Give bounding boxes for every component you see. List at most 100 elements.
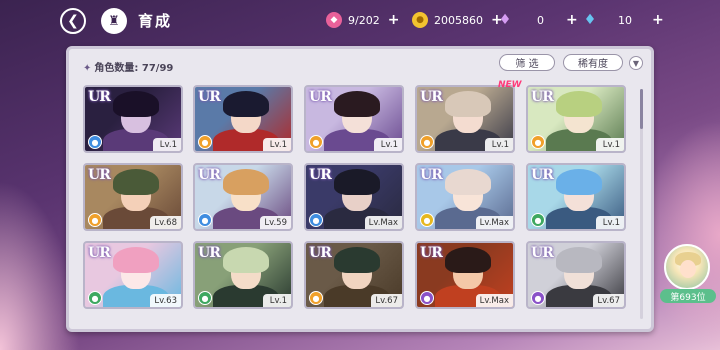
character-card[interactable]: UR ● Lv.1 xyxy=(526,85,626,153)
character-card[interactable]: UR ● Lv.Max xyxy=(415,163,515,231)
blue-gem-icon: ♦ xyxy=(583,12,597,28)
resource-gem-blue-value: 10 xyxy=(618,13,632,27)
back-arrow-icon: ❮ xyxy=(67,13,79,29)
character-card[interactable]: UR ● Lv.68 xyxy=(83,163,183,231)
rarity-label: UR xyxy=(88,167,111,183)
rarity-label: UR xyxy=(309,245,332,261)
resource-gem-purple: ♦ 0 + xyxy=(497,11,578,29)
level-label: Lv.1 xyxy=(596,216,624,229)
resource-gem-purple-value: 0 xyxy=(537,13,544,27)
avatar-face xyxy=(680,260,696,278)
portrait-hair xyxy=(223,91,269,117)
sort-rarity-button[interactable]: 稀有度 xyxy=(563,54,623,71)
rarity-label: UR xyxy=(420,89,443,105)
element-icon: ● xyxy=(531,213,545,227)
top-bar: ❮ ♜ 育成 ◆ 9/202 + ● 2005860 + ♦ 0 + ♦ 10 … xyxy=(0,0,720,40)
back-button[interactable]: ❮ xyxy=(60,8,86,34)
element-icon: ● xyxy=(420,135,434,149)
castle-icon: ♜ xyxy=(108,13,120,29)
character-card[interactable]: UR ● Lv.63 xyxy=(83,241,183,309)
character-card[interactable]: UR ● Lv.1 xyxy=(526,163,626,231)
level-label: Lv.63 xyxy=(150,294,181,307)
resource-candy-value: 9/202 xyxy=(348,13,380,27)
rank-avatar[interactable] xyxy=(664,244,710,290)
portrait-hair xyxy=(334,169,380,195)
rarity-label: UR xyxy=(531,245,554,261)
portrait-hair xyxy=(556,169,602,195)
element-icon: ● xyxy=(88,213,102,227)
rarity-label: UR xyxy=(198,245,221,261)
character-card[interactable]: UR ● Lv.59 xyxy=(193,163,293,231)
element-icon: ● xyxy=(198,291,212,305)
sparkle-icon: ✦ xyxy=(83,63,92,74)
level-label: Lv.68 xyxy=(150,216,181,229)
filter-button[interactable]: 筛 选 xyxy=(499,54,555,71)
portrait-hair xyxy=(113,91,159,117)
coin-icon: ● xyxy=(412,12,428,28)
rarity-label: UR xyxy=(88,245,111,261)
element-icon: ● xyxy=(309,291,323,305)
portrait-hair xyxy=(556,91,602,117)
character-card[interactable]: UR ● Lv.Max xyxy=(304,163,404,231)
element-icon: ● xyxy=(531,291,545,305)
rarity-label: UR xyxy=(420,245,443,261)
character-card[interactable]: UR ● Lv.1 xyxy=(415,85,515,153)
character-card[interactable]: UR ● Lv.1 xyxy=(193,241,293,309)
resource-coin: ● 2005860 + xyxy=(412,11,503,29)
new-badge: NEW xyxy=(498,80,522,90)
level-label: Lv.1 xyxy=(153,138,181,151)
character-count-text: 角色数量: 77/99 xyxy=(94,63,174,74)
level-label: Lv.Max xyxy=(475,216,513,229)
character-card[interactable]: UR ● Lv.67 xyxy=(304,241,404,309)
character-card[interactable]: UR ● Lv.1 xyxy=(83,85,183,153)
element-icon: ● xyxy=(88,291,102,305)
resource-candy: ◆ 9/202 + xyxy=(326,11,399,29)
rank-badge: 第693位 xyxy=(660,289,716,303)
chevron-down-icon: ▼ xyxy=(632,58,640,68)
sort-order-toggle[interactable]: ▼ xyxy=(629,56,643,70)
portrait-hair xyxy=(113,169,159,195)
portrait-hair xyxy=(223,169,269,195)
portrait-hair xyxy=(334,91,380,117)
element-icon: ● xyxy=(309,135,323,149)
character-card[interactable]: UR ● Lv.1 xyxy=(193,85,293,153)
rarity-label: UR xyxy=(531,89,554,105)
character-panel: ✦ 角色数量: 77/99 筛 选 稀有度 ▼ UR ● Lv.1 UR ● Lv.1 UR ●… xyxy=(66,46,654,332)
portrait-hair xyxy=(445,247,491,273)
scrollbar-thumb[interactable] xyxy=(640,89,643,129)
grid-scrollbar[interactable] xyxy=(640,89,643,319)
add-blue-gem-button[interactable]: + xyxy=(652,12,664,28)
portrait-hair xyxy=(223,247,269,273)
character-card[interactable]: UR ● Lv.1 xyxy=(304,85,404,153)
level-label: Lv.1 xyxy=(485,138,513,151)
rarity-label: UR xyxy=(309,167,332,183)
level-label: Lv.1 xyxy=(263,294,291,307)
add-purple-gem-button[interactable]: + xyxy=(566,12,578,28)
portrait-hair xyxy=(334,247,380,273)
page-title: 育成 xyxy=(138,12,173,30)
rarity-label: UR xyxy=(88,89,111,105)
portrait-hair xyxy=(445,169,491,195)
add-candy-button[interactable]: + xyxy=(388,12,400,28)
character-count: ✦ 角色数量: 77/99 xyxy=(83,59,173,74)
element-icon: ● xyxy=(420,213,434,227)
portrait-hair xyxy=(556,247,602,273)
purple-gem-icon: ♦ xyxy=(498,12,512,28)
character-card[interactable]: UR ● Lv.Max xyxy=(415,241,515,309)
element-icon: ● xyxy=(309,213,323,227)
level-label: Lv.1 xyxy=(596,138,624,151)
element-icon: ● xyxy=(420,291,434,305)
level-label: Lv.Max xyxy=(364,216,402,229)
character-grid: UR ● Lv.1 UR ● Lv.1 UR ● Lv.1 UR ● Lv.1 UR ● Lv.1 UR ● Lv… xyxy=(79,79,637,319)
level-label: Lv.67 xyxy=(593,294,624,307)
candy-icon: ◆ xyxy=(326,12,342,28)
character-card[interactable]: UR ● Lv.67 xyxy=(526,241,626,309)
rarity-label: UR xyxy=(198,167,221,183)
element-icon: ● xyxy=(198,135,212,149)
rarity-label: UR xyxy=(420,167,443,183)
element-icon: ● xyxy=(531,135,545,149)
resource-gem-blue: ♦ 10 + xyxy=(582,11,664,29)
level-label: Lv.67 xyxy=(371,294,402,307)
home-button[interactable]: ♜ xyxy=(101,8,127,34)
level-label: Lv.1 xyxy=(374,138,402,151)
